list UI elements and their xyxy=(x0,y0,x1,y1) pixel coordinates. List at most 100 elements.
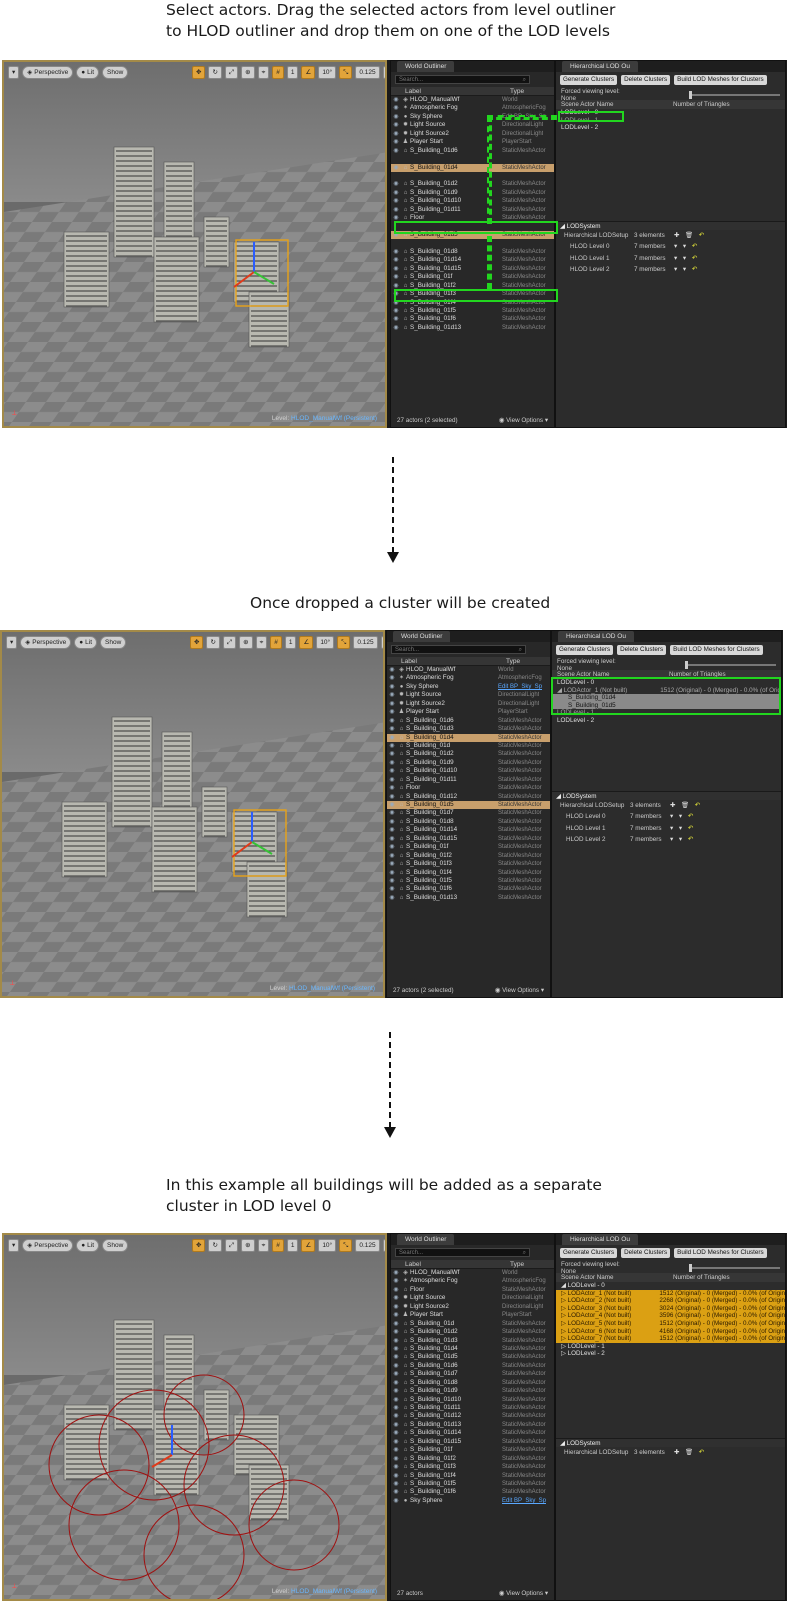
outliner-row[interactable]: ◉ ⌂ S_Building_01d13 StaticMeshActor xyxy=(387,894,550,902)
outliner-row[interactable]: ◉ ⌂ S_Building_01f5 StaticMeshActor xyxy=(391,307,554,315)
generate-clusters-button[interactable]: Generate Clusters xyxy=(560,75,618,85)
visibility-eye-icon[interactable]: ◉ xyxy=(387,835,397,843)
outliner-row[interactable]: ◉ ✹ Light Source2 DirectionalLight xyxy=(391,1303,554,1311)
outliner-row[interactable]: ◉ ⌂ S_Building_01f2 StaticMeshActor xyxy=(387,852,550,860)
visibility-eye-icon[interactable]: ◉ xyxy=(391,307,401,315)
world-icon[interactable]: ⊕ xyxy=(241,1239,255,1252)
build-lod-meshes-button[interactable]: Build LOD Meshes for Clusters xyxy=(674,1248,767,1258)
generate-clusters-button[interactable]: Generate Clusters xyxy=(560,1248,618,1258)
translate-icon[interactable]: ✥ xyxy=(192,1239,206,1252)
perspective-button[interactable]: ◈ Perspective xyxy=(22,66,74,79)
visibility-eye-icon[interactable]: ◉ xyxy=(387,742,397,750)
scale-snap-icon[interactable]: ⤡ xyxy=(339,1239,353,1252)
outliner-row[interactable]: ◉ ⌂ S_Building_01d11 StaticMeshActor xyxy=(391,206,554,214)
outliner-row[interactable]: ◉ ⌂ S_Building_01d7 StaticMeshActor xyxy=(387,809,550,817)
show-button[interactable]: Show xyxy=(102,1239,129,1252)
outliner-row[interactable]: ◉ ✹ Light Source DirectionalLight xyxy=(391,121,554,129)
grid-snap-icon[interactable]: # xyxy=(272,66,284,79)
scale-snap-icon[interactable]: ⤡ xyxy=(339,66,353,79)
visibility-eye-icon[interactable]: ◉ xyxy=(391,1463,401,1471)
outliner-row[interactable]: ◉ ⌂ S_Building_01d10 StaticMeshActor xyxy=(391,1396,554,1404)
outliner-row[interactable]: ◉ ⌂ S_Building_01d6 StaticMeshActor xyxy=(391,1362,554,1370)
column-triangles[interactable]: Number of Triangles xyxy=(673,1273,730,1282)
outliner-row[interactable] xyxy=(391,172,554,180)
hlod-level-row[interactable]: HLOD Level 0 7 members ▾ ▾ ↶ xyxy=(552,811,781,822)
forced-level-slider[interactable] xyxy=(689,1263,780,1272)
column-type[interactable]: Type xyxy=(510,1260,524,1268)
visibility-eye-icon[interactable]: ◉ xyxy=(391,104,401,112)
lit-button[interactable]: ● Lit xyxy=(76,1239,100,1252)
hlod-setup-row[interactable]: Hierarchical LODSetup 3 elements ✚ 🗑 ↶ xyxy=(552,800,781,811)
building-mesh[interactable] xyxy=(151,806,198,893)
building-mesh[interactable] xyxy=(153,1409,200,1496)
view-options-button[interactable]: ◉ View Options ▾ xyxy=(499,1590,548,1597)
column-triangles[interactable]: Number of Triangles xyxy=(673,100,730,109)
outliner-row[interactable]: ◉ ⌂ S_Building_01f4 StaticMeshActor xyxy=(391,1472,554,1480)
camera-speed[interactable]: 4 xyxy=(382,66,385,79)
delete-clusters-button[interactable]: Delete Clusters xyxy=(621,1248,671,1258)
outliner-row[interactable]: ◉ ⌂ S_Building_01d2 StaticMeshActor xyxy=(387,750,550,758)
perspective-button[interactable]: ◈ Perspective xyxy=(22,1239,74,1252)
visibility-eye-icon[interactable]: ◉ xyxy=(391,189,401,197)
view-options-button[interactable]: ◉ View Options ▾ xyxy=(495,987,544,994)
visibility-eye-icon[interactable]: ◉ xyxy=(391,1303,401,1311)
outliner-row[interactable]: ◉ ⌂ S_Building_01d2 StaticMeshActor xyxy=(391,180,554,188)
outliner-row[interactable]: ◉ ⌂ S_Building_01d15 StaticMeshActor xyxy=(391,265,554,273)
viewport-menu-button[interactable]: ▾ xyxy=(6,636,18,649)
outliner-row[interactable]: ◉ ✶ Atmospheric Fog AtmosphericFog xyxy=(391,104,554,112)
column-type[interactable]: Type xyxy=(510,87,524,95)
grid-snap-icon[interactable]: # xyxy=(270,636,282,649)
tab-world-outliner[interactable]: World Outliner xyxy=(397,61,455,72)
visibility-eye-icon[interactable]: ◉ xyxy=(387,852,397,860)
outliner-row[interactable]: ◉ ⌂ S_Building_01d9 StaticMeshActor xyxy=(391,1387,554,1395)
outliner-row[interactable]: ◉ ⌂ S_Building_01d13 StaticMeshActor xyxy=(391,324,554,332)
visibility-eye-icon[interactable] xyxy=(391,155,401,163)
world-icon[interactable]: ⊕ xyxy=(239,636,253,649)
building-mesh[interactable] xyxy=(63,231,110,308)
surface-snap-icon[interactable]: ⌖ xyxy=(257,66,270,79)
column-label[interactable]: Label xyxy=(401,657,506,665)
column-label[interactable]: Label xyxy=(405,1260,510,1268)
visibility-eye-icon[interactable]: ◉ xyxy=(391,1387,401,1395)
outliner-row[interactable]: ◉ ✹ Light Source DirectionalLight xyxy=(387,691,550,699)
outliner-row[interactable]: ◉ ⌂ S_Building_01f StaticMeshActor xyxy=(391,1446,554,1454)
visibility-eye-icon[interactable]: ◉ xyxy=(391,1286,401,1294)
array-controls-icon[interactable]: ✚ 🗑 ↶ xyxy=(674,230,706,241)
actor-type[interactable]: Edit BP_Sky_Sp xyxy=(502,1497,546,1505)
outliner-row[interactable]: ◉ ⌂ S_Building_01d3 StaticMeshActor xyxy=(387,725,550,733)
array-controls-icon[interactable]: ✚ 🗑 ↶ xyxy=(670,800,702,811)
outliner-search-input[interactable]: Search... ⌕ xyxy=(395,1248,530,1257)
outliner-row[interactable]: ◉ ⌂ S_Building_01d15 StaticMeshActor xyxy=(387,835,550,843)
visibility-eye-icon[interactable]: ◉ xyxy=(391,1337,401,1345)
rotation-snap-value[interactable]: 10° xyxy=(318,1239,337,1252)
outliner-row[interactable]: ◉ ⌂ S_Building_01f3 StaticMeshActor xyxy=(387,860,550,868)
lit-button[interactable]: ● Lit xyxy=(76,66,100,79)
translate-icon[interactable]: ✥ xyxy=(192,66,206,79)
column-scene-actor[interactable]: Scene Actor Name xyxy=(561,1273,673,1282)
outliner-row[interactable]: ◉ ⌂ S_Building_01d3 StaticMeshActor xyxy=(391,1337,554,1345)
outliner-row[interactable]: ◉ ● Sky Sphere Edit BP_Sky_Sp xyxy=(391,1497,554,1505)
outliner-row[interactable]: ◉ ⌂ S_Building_01d9 StaticMeshActor xyxy=(391,189,554,197)
visibility-eye-icon[interactable]: ◉ xyxy=(387,809,397,817)
building-mesh[interactable] xyxy=(113,1319,155,1431)
generate-clusters-button[interactable]: Generate Clusters xyxy=(556,645,614,655)
rotation-snap-icon[interactable]: ∠ xyxy=(299,636,314,649)
level-viewport[interactable]: ▾◈Perspective●LitShow✥↻⤢⊕⌖#1∠10°⤡0.1254⊞… xyxy=(0,630,385,998)
viewport-menu-button[interactable]: ▾ xyxy=(8,1239,20,1252)
outliner-row[interactable]: ◉ ⌂ S_Building_01f2 StaticMeshActor xyxy=(391,1455,554,1463)
level-controls-icon[interactable]: ▾ ▾ ↶ xyxy=(674,241,699,252)
lod-system-header[interactable]: ◢ LODSystem xyxy=(556,221,785,230)
build-lod-meshes-button[interactable]: Build LOD Meshes for Clusters xyxy=(674,75,767,85)
hlod-tree-row[interactable]: ▷ LODLevel - 2 xyxy=(556,1350,785,1358)
visibility-eye-icon[interactable]: ◉ xyxy=(391,138,401,146)
column-type[interactable]: Type xyxy=(506,657,520,665)
visibility-eye-icon[interactable]: ◉ xyxy=(387,801,397,809)
hlod-level-row[interactable]: HLOD Level 1 7 members ▾ ▾ ↶ xyxy=(552,823,781,834)
outliner-row[interactable]: ◉ ⌂ S_Building_01d4 StaticMeshActor xyxy=(387,733,550,742)
hlod-tree-row[interactable]: ▷ LODActor_4 (Not built) 3596 (Original) … xyxy=(556,1312,785,1320)
visibility-eye-icon[interactable]: ◉ xyxy=(387,843,397,851)
visibility-eye-icon[interactable]: ◉ xyxy=(387,776,397,784)
outliner-row[interactable]: ◉ ⌂ S_Building_01d2 StaticMeshActor xyxy=(391,1328,554,1336)
outliner-row[interactable]: ◉ ⌂ S_Building_01d12 StaticMeshActor xyxy=(387,793,550,801)
visibility-eye-icon[interactable]: ◉ xyxy=(391,1497,401,1505)
